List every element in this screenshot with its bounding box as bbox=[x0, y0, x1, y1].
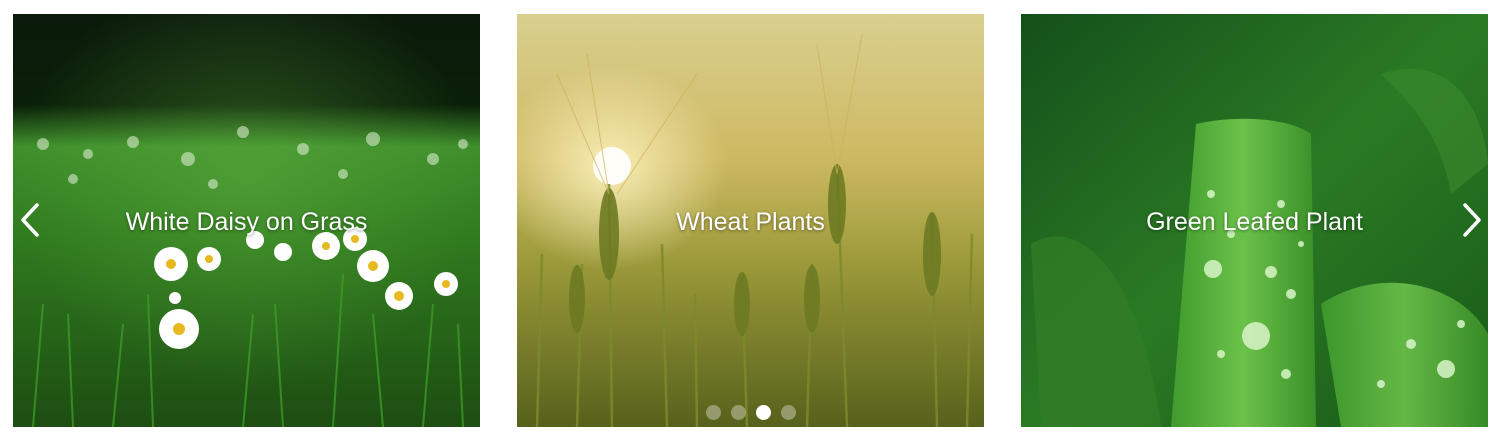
carousel-slide-daisy[interactable]: White Daisy on Grass bbox=[13, 14, 480, 427]
carousel-slide-wheat[interactable]: Wheat Plants bbox=[517, 14, 984, 427]
previous-slide-button[interactable] bbox=[16, 200, 46, 240]
chevron-right-icon bbox=[1463, 203, 1481, 237]
carousel-indicator-2[interactable] bbox=[731, 405, 746, 420]
carousel-indicator-1[interactable] bbox=[706, 405, 721, 420]
slide-caption: White Daisy on Grass bbox=[125, 208, 368, 236]
image-carousel: White Daisy on Grass Wheat Plants Green … bbox=[0, 0, 1500, 440]
carousel-slide-leaf[interactable]: Green Leafed Plant bbox=[1021, 14, 1488, 427]
carousel-indicator-3[interactable] bbox=[756, 405, 771, 420]
chevron-left-icon bbox=[21, 203, 39, 237]
slide-caption: Green Leafed Plant bbox=[1146, 208, 1363, 236]
next-slide-button[interactable] bbox=[1456, 200, 1486, 240]
slide-caption: Wheat Plants bbox=[676, 208, 825, 236]
carousel-indicator-4[interactable] bbox=[781, 405, 796, 420]
